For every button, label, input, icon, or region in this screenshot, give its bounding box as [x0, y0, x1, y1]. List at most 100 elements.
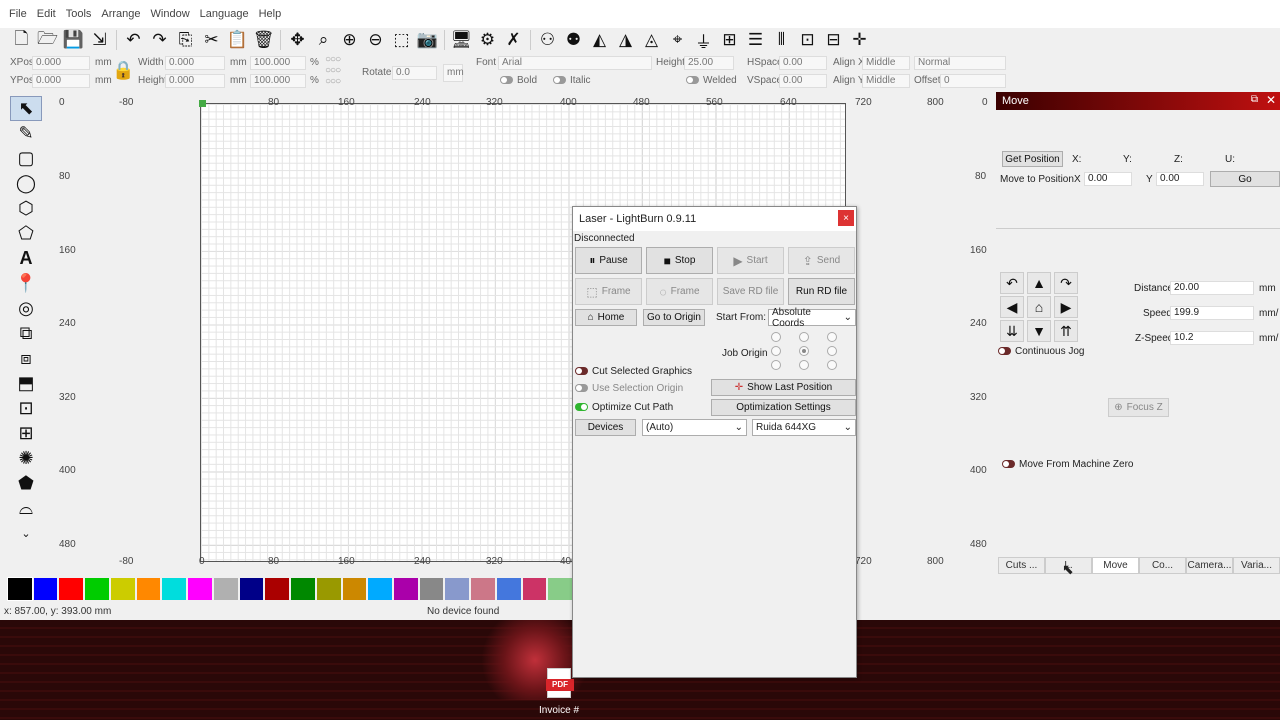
speed-field[interactable]: 199.9	[1170, 306, 1254, 320]
jog-up-icon[interactable]: ▲	[1027, 272, 1051, 294]
camera-icon[interactable]: 📷	[416, 29, 439, 51]
tab-camera[interactable]: Camera...	[1186, 557, 1233, 574]
color-swatch[interactable]	[265, 578, 290, 600]
zoom-fit-icon[interactable]: ⌕	[312, 29, 335, 51]
lock-icon[interactable]: 🔒	[112, 60, 134, 81]
scale-w-field[interactable]: 100.000	[250, 56, 306, 70]
home-button[interactable]: ⌂ Home	[575, 309, 637, 326]
start-from-select[interactable]: Absolute Coords ⌄	[768, 307, 856, 329]
get-position-button[interactable]: Get Position	[1002, 151, 1063, 167]
tab-move[interactable]: Move	[1092, 557, 1139, 574]
ungroup-icon[interactable]: ⚉	[562, 29, 585, 51]
pen-tool-icon[interactable]: ✎	[10, 121, 42, 146]
move-y-field[interactable]: 0.00	[1156, 172, 1204, 186]
italic-toggle[interactable]	[553, 76, 566, 85]
color-swatch[interactable]	[342, 578, 367, 600]
distribute-v-icon[interactable]: ☰	[744, 29, 767, 51]
chevron-down-icon[interactable]: ⌄	[10, 521, 42, 546]
color-swatch[interactable]	[471, 578, 495, 600]
position-laser-icon[interactable]: 📍	[10, 271, 42, 296]
new-file-icon[interactable]: 🗋	[10, 29, 33, 51]
color-swatch[interactable]	[136, 578, 161, 600]
jog-right-icon[interactable]: ▶	[1054, 296, 1078, 318]
boolean-subtract-icon[interactable]: ⧈	[10, 346, 42, 371]
distribute-h-icon[interactable]: ⫴	[770, 29, 793, 51]
port-select[interactable]: (Auto) ⌄	[642, 419, 747, 436]
width-field[interactable]: 0.000	[165, 56, 225, 70]
menu-edit[interactable]: Edit	[32, 8, 61, 20]
zoom-in-icon[interactable]: ⊕	[338, 29, 361, 51]
z-down-icon[interactable]: ⇊	[1000, 320, 1024, 342]
save-icon[interactable]: 💾	[62, 29, 85, 51]
run-rd-button[interactable]: Run RD file	[788, 278, 855, 305]
close-icon[interactable]: ×	[838, 210, 854, 226]
undo-icon[interactable]: ↶	[122, 29, 145, 51]
rotate-field[interactable]: 0.0	[392, 66, 437, 80]
menu-language[interactable]: Language	[195, 8, 254, 20]
job-origin-radio[interactable]	[827, 360, 837, 370]
color-swatch[interactable]	[59, 578, 84, 600]
close-icon[interactable]: ✕	[1266, 93, 1276, 107]
pdf-file-icon[interactable]: PDF	[546, 668, 574, 698]
jog-home-icon[interactable]: ⌂	[1027, 296, 1051, 318]
jog-left-icon[interactable]: ◀	[1000, 296, 1024, 318]
menu-help[interactable]: Help	[254, 8, 287, 20]
weld-icon[interactable]: ⊡	[10, 396, 42, 421]
polygon-tool-icon[interactable]: ⬡	[10, 196, 42, 221]
pentagon-tool-icon[interactable]: ⬠	[10, 221, 42, 246]
tab-variable-text[interactable]: Varia...	[1233, 557, 1280, 574]
gear-icon[interactable]: ⚙	[476, 29, 499, 51]
import-icon[interactable]: ⇲	[88, 29, 111, 51]
machine-zero-toggle[interactable]	[1002, 460, 1015, 469]
ellipse-tool-icon[interactable]: ◯	[10, 171, 42, 196]
stop-button[interactable]: ■ Stop	[646, 247, 713, 274]
redo-icon[interactable]: ↷	[148, 29, 171, 51]
job-origin-radio[interactable]	[799, 346, 809, 356]
start-button[interactable]: ▶ Start	[717, 247, 784, 274]
frame-circle-button[interactable]: ◌ Frame	[646, 278, 713, 305]
mirror-icon[interactable]: ◮	[614, 29, 637, 51]
offset-tool-icon[interactable]: ◎	[10, 296, 42, 321]
text-mode-select[interactable]: Normal	[914, 56, 1006, 70]
job-origin-radio[interactable]	[799, 360, 809, 370]
focus-z-button[interactable]: ⊕ Focus Z	[1108, 398, 1169, 417]
zoom-out-icon[interactable]: ⊖	[364, 29, 387, 51]
group-icon[interactable]: ⚇	[536, 29, 559, 51]
color-swatch[interactable]	[213, 578, 238, 600]
rotate-right-icon[interactable]: ↷	[1054, 272, 1078, 294]
save-rd-button[interactable]: Save RD file	[717, 278, 784, 305]
continuous-jog-toggle[interactable]	[998, 347, 1011, 356]
frame-rect-button[interactable]: ⬚ Frame	[575, 278, 642, 305]
grid-array-icon[interactable]: ⊞	[10, 421, 42, 446]
color-swatch[interactable]	[548, 578, 573, 600]
show-last-position-button[interactable]: ✛ Show Last Position	[711, 379, 856, 396]
restore-icon[interactable]: ⧉	[1251, 94, 1258, 105]
send-button[interactable]: ⇪ Send	[788, 247, 855, 274]
bold-toggle[interactable]	[500, 76, 513, 85]
alignx-select[interactable]: Middle	[862, 56, 910, 70]
menu-tools[interactable]: Tools	[61, 8, 97, 20]
rotate-left-icon[interactable]: ↶	[1000, 272, 1024, 294]
job-origin-radio[interactable]	[799, 332, 809, 342]
color-swatch[interactable]	[419, 578, 444, 600]
align-center-icon[interactable]: ⏚	[692, 29, 715, 52]
monitor-icon[interactable]: 🖥	[450, 29, 473, 51]
cut-icon[interactable]: ✂	[200, 29, 223, 51]
move-x-field[interactable]: 0.00	[1084, 172, 1132, 186]
target-icon[interactable]: ⌖	[666, 29, 689, 51]
use-selection-origin-toggle[interactable]	[575, 384, 588, 393]
color-swatch[interactable]	[162, 578, 187, 600]
boolean-intersect-icon[interactable]: ⬒	[10, 371, 42, 396]
go-button[interactable]: Go	[1210, 171, 1280, 187]
job-origin-radio[interactable]	[771, 360, 781, 370]
color-swatch[interactable]	[316, 578, 341, 600]
color-swatch[interactable]	[496, 578, 521, 600]
desktop-file-label[interactable]: Invoice #	[539, 705, 579, 716]
job-origin-radio[interactable]	[771, 332, 781, 342]
ypos-field[interactable]: 0.000	[32, 74, 90, 88]
vspace-field[interactable]: 0.00	[779, 74, 827, 88]
zspeed-field[interactable]: 10.2	[1170, 331, 1254, 345]
job-origin-radio[interactable]	[771, 346, 781, 356]
font-height-field[interactable]: 25.00	[684, 56, 734, 70]
color-swatch[interactable]	[110, 578, 135, 600]
